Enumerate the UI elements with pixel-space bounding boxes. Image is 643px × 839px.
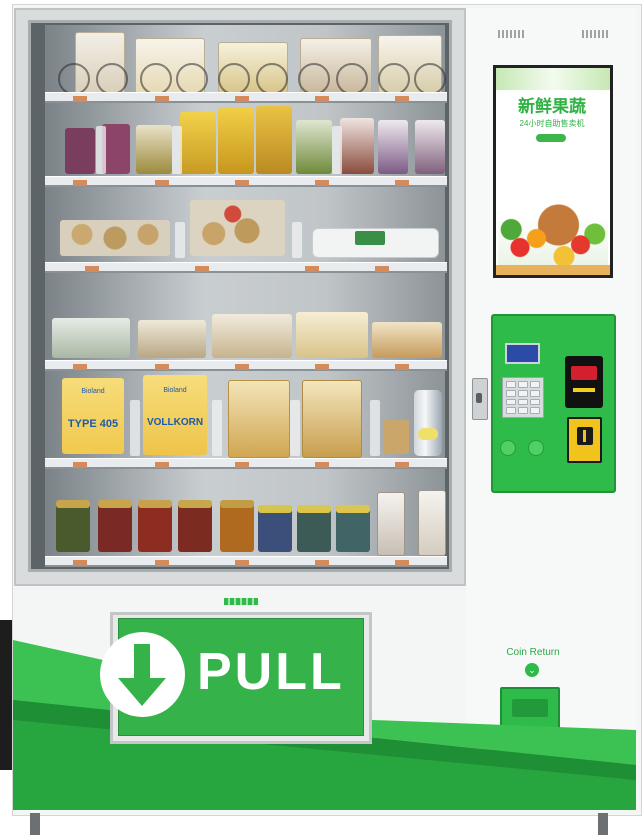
cabinet-back-wall (45, 25, 445, 567)
speaker-vent (498, 30, 526, 38)
machine-foot (30, 813, 40, 835)
bill-acceptor-icon[interactable] (565, 356, 603, 408)
shelf-6 (45, 556, 447, 567)
status-light (528, 440, 544, 456)
shelf-1 (45, 92, 447, 103)
ad-title: 新鲜果蔬 (518, 97, 586, 116)
lock-icon[interactable] (472, 378, 488, 420)
shelf-5 (45, 458, 447, 469)
keypad-icon[interactable] (502, 377, 544, 418)
pull-label: PULL (197, 643, 345, 701)
shelf-2 (45, 176, 447, 187)
flour-bag-vollkorn: Bioland VOLLKORN (143, 375, 207, 455)
arrow-down-icon (118, 644, 166, 706)
advertisement-screen[interactable]: 新鲜果蔬 24小时自助售卖机 (493, 65, 613, 278)
flour-brand-label: Bioland (81, 388, 105, 395)
flour-type-label: TYPE 405 (67, 418, 119, 430)
shelf-3 (45, 262, 447, 273)
indicator-lights (224, 598, 258, 605)
flour-bag-type-405: Bioland TYPE 405 (62, 378, 124, 454)
card-reader-screen[interactable] (505, 343, 540, 364)
ad-subtitle: 24小时自助售卖机 (519, 119, 585, 128)
machine-foot (598, 813, 608, 835)
flour-type-label: VOLLKORN (146, 417, 204, 428)
ad-footer-strip (496, 265, 610, 275)
shelf-4 (45, 360, 447, 371)
ad-banner-top (496, 68, 610, 90)
ad-badge (536, 134, 566, 142)
speaker-vent (582, 30, 610, 38)
coin-acceptor-icon[interactable] (567, 417, 602, 463)
flour-brand-label: Bioland (163, 387, 187, 394)
fruit-and-vegetable-basket-icon (498, 180, 608, 270)
status-light (500, 440, 516, 456)
